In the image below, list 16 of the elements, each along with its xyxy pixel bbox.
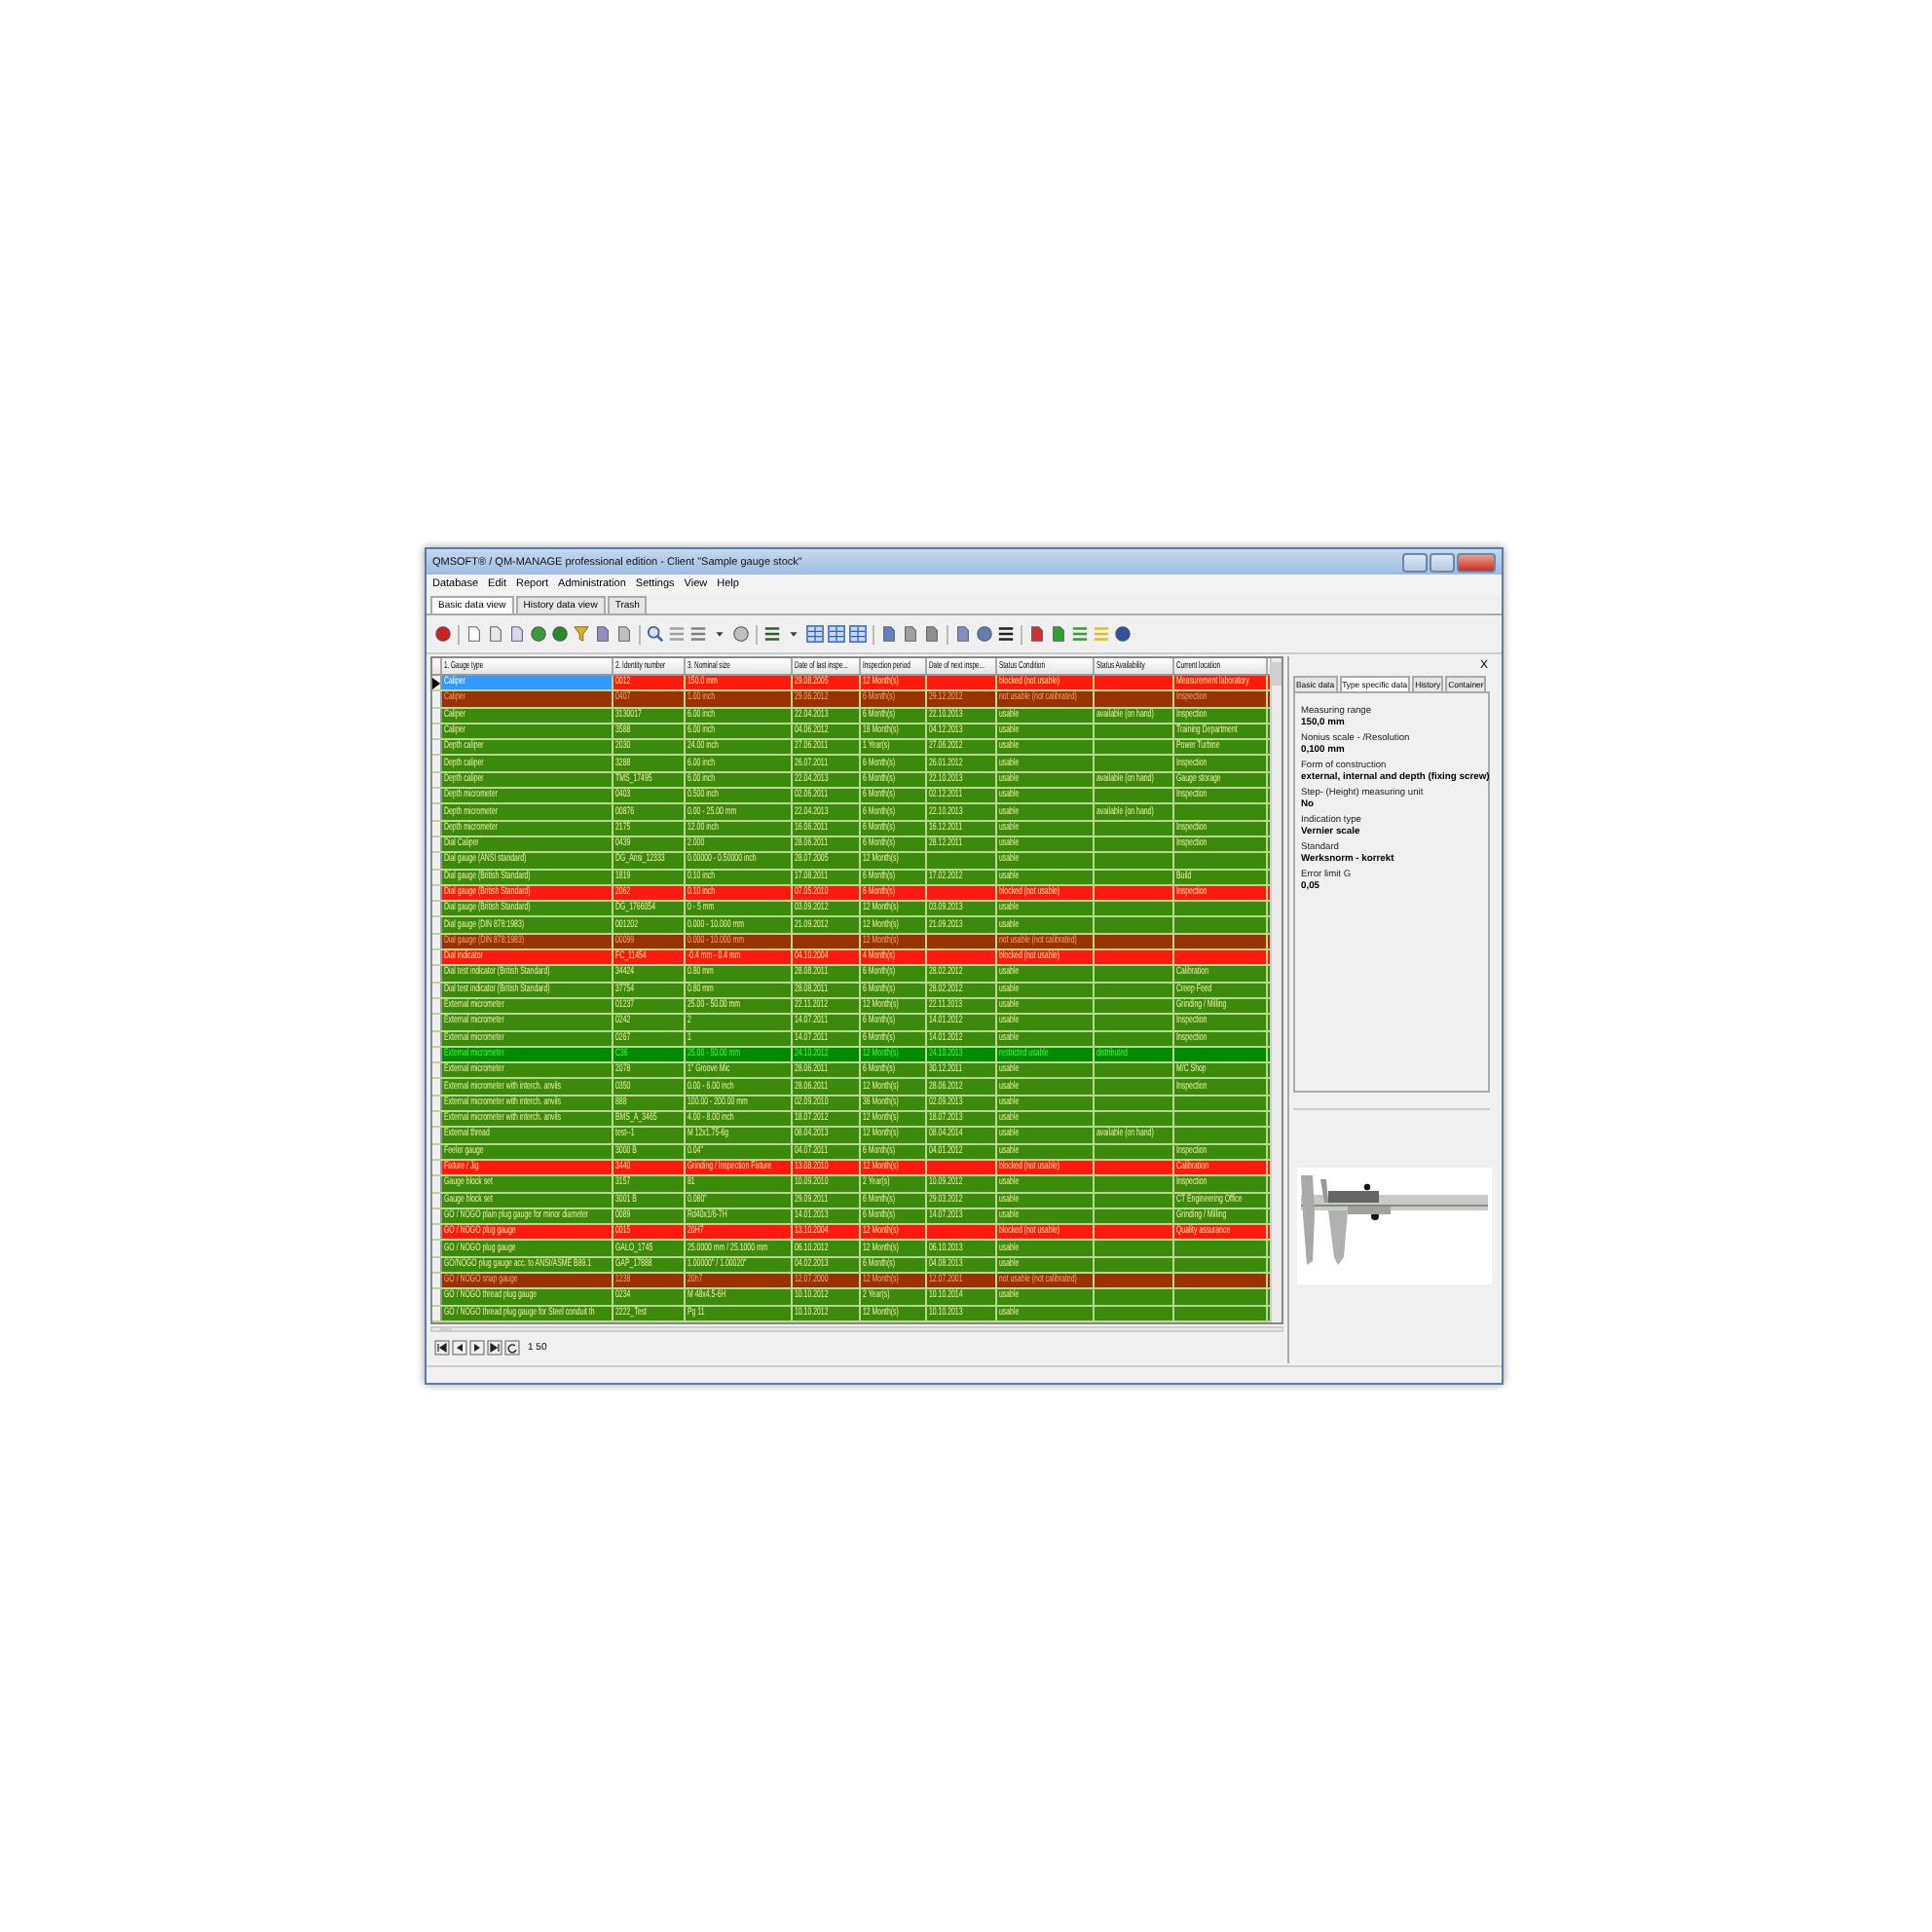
close-button[interactable] — [1457, 552, 1496, 572]
next-page-button[interactable] — [469, 1340, 485, 1356]
horizontal-scrollbar[interactable] — [430, 1325, 1283, 1332]
filter-icon[interactable] — [573, 625, 590, 643]
document-icon[interactable] — [954, 625, 972, 643]
maximize-button[interactable] — [1430, 552, 1455, 572]
minimize-button[interactable] — [1402, 552, 1428, 572]
grid-icon[interactable] — [828, 625, 845, 643]
vertical-scrollbar[interactable] — [1270, 658, 1282, 1322]
previous-page-button[interactable] — [452, 1340, 467, 1356]
grid-icon[interactable] — [806, 625, 824, 643]
last-page-button[interactable] — [487, 1340, 502, 1356]
refresh-button[interactable] — [504, 1340, 520, 1356]
first-page-button[interactable] — [434, 1340, 450, 1356]
search-icon[interactable] — [647, 625, 664, 643]
power-icon[interactable] — [434, 625, 452, 643]
